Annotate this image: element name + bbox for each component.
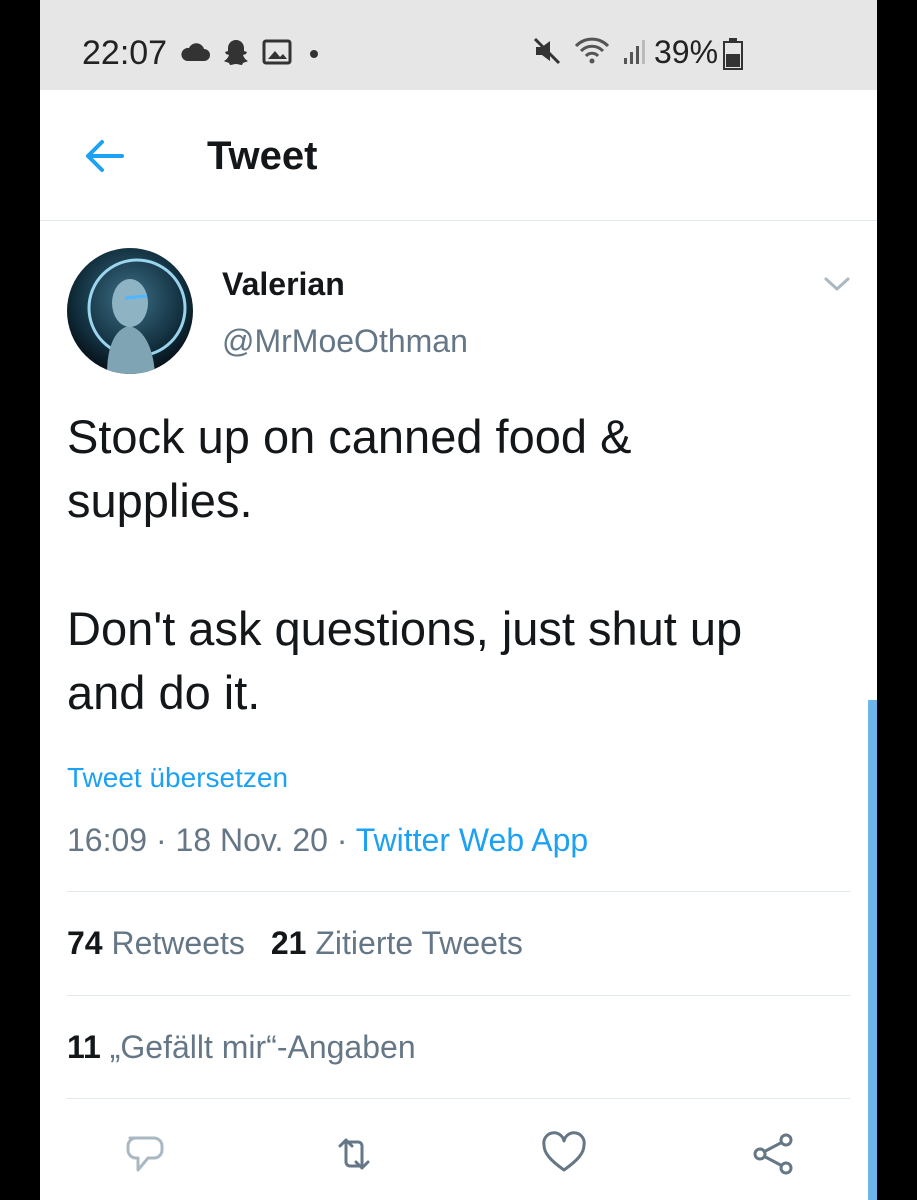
tweet-text-line: Don't ask questions, just shut up: [67, 602, 743, 655]
meta-separator: ·: [336, 822, 348, 858]
mute-icon: [532, 36, 562, 71]
divider: [67, 1098, 850, 1099]
image-icon: [262, 38, 292, 71]
tweet-text-line: and do it.: [67, 666, 261, 719]
quotes-count: 21: [270, 925, 307, 961]
like-icon[interactable]: [540, 1130, 588, 1178]
page-title: Tweet: [207, 134, 318, 178]
tweet-time: 16:09: [67, 822, 148, 858]
meta-separator: ·: [155, 822, 167, 858]
translate-link[interactable]: Tweet übersetzen: [67, 762, 288, 794]
tweet-actions: [40, 1130, 877, 1180]
stats-row: 74 Retweets 21 Zitierte Tweets: [67, 925, 523, 962]
status-time: 22:07: [82, 34, 168, 72]
tweet-date: 18 Nov. 20: [175, 822, 328, 858]
tweet-text: Stock up on canned food & supplies. Don'…: [67, 405, 837, 725]
scrollbar[interactable]: [868, 700, 877, 1200]
status-bar: 22:07 39%: [40, 0, 877, 90]
battery-percent: 39%: [654, 34, 719, 70]
snapchat-icon: [222, 38, 250, 71]
divider: [67, 995, 850, 996]
author-name[interactable]: Valerian: [222, 266, 345, 303]
reply-icon[interactable]: [120, 1130, 168, 1178]
quotes-label: Zitierte Tweets: [315, 925, 523, 961]
avatar[interactable]: [67, 248, 193, 374]
share-icon[interactable]: [750, 1130, 798, 1178]
dot-icon: [304, 42, 324, 67]
likes-label: „Gefällt mir“-Angaben: [109, 1029, 416, 1065]
cloud-icon: [180, 41, 210, 68]
app-header: Tweet: [40, 90, 877, 221]
retweets-label: Retweets: [111, 925, 245, 961]
screen: 22:07 39% Tweet Valerian @MrMoeOthman St…: [40, 0, 877, 1200]
author-handle[interactable]: @MrMoeOthman: [222, 323, 468, 360]
likes-stat[interactable]: 11 „Gefällt mir“-Angaben: [67, 1029, 416, 1066]
quotes-stat[interactable]: 21 Zitierte Tweets: [271, 925, 523, 961]
back-arrow-icon[interactable]: [80, 134, 128, 178]
retweet-icon[interactable]: [330, 1130, 378, 1178]
battery-icon: [723, 38, 743, 75]
retweets-count: 74: [67, 925, 103, 961]
chevron-down-icon[interactable]: [822, 272, 852, 296]
divider: [67, 891, 850, 892]
tweet-app-link[interactable]: Twitter Web App: [356, 822, 588, 858]
wifi-icon: [572, 36, 612, 71]
status-left-icons: [180, 38, 324, 71]
status-right-icons: [532, 36, 650, 71]
tweet-text-line: Stock up on canned food &: [67, 410, 632, 463]
retweets-stat[interactable]: 74 Retweets: [67, 925, 245, 961]
likes-count: 11: [67, 1029, 101, 1065]
tweet-meta: 16:09 · 18 Nov. 20 · Twitter Web App: [67, 822, 588, 859]
signal-icon: [622, 36, 650, 71]
tweet-text-line: supplies.: [67, 474, 253, 527]
